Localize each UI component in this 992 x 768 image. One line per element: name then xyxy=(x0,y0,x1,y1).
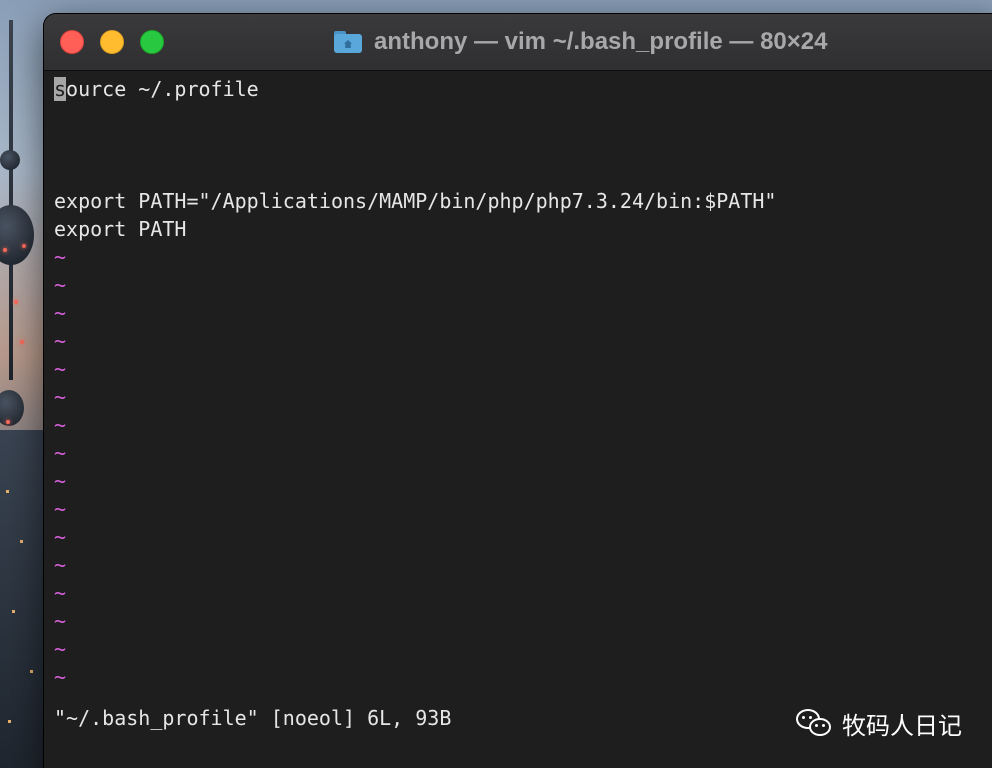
empty-line-marker: ~ xyxy=(54,525,67,549)
terminal-window[interactable]: anthony — vim ~/.bash_profile — 80×24 so… xyxy=(44,14,992,768)
buffer-line-2[interactable] xyxy=(54,103,992,131)
empty-line-marker: ~ xyxy=(54,413,67,437)
title-bar[interactable]: anthony — vim ~/.bash_profile — 80×24 xyxy=(44,14,992,71)
tower-sphere-large xyxy=(0,205,34,265)
city-window-light xyxy=(12,610,15,613)
buffer-line-text: ource ~/.profile xyxy=(66,77,259,101)
tower-light xyxy=(3,248,7,252)
text-cursor: s xyxy=(54,77,67,101)
tower-light xyxy=(20,340,24,344)
buffer-line-3[interactable] xyxy=(54,131,992,159)
city-window-light xyxy=(20,540,23,543)
buffer-line-4[interactable] xyxy=(54,159,992,187)
window-title: anthony — vim ~/.bash_profile — 80×24 xyxy=(334,26,827,58)
window-title-text: anthony — vim ~/.bash_profile — 80×24 xyxy=(374,28,828,55)
tower-light xyxy=(14,300,18,304)
buffer-line-1[interactable]: source ~/.profile xyxy=(54,75,992,103)
minimize-button[interactable] xyxy=(100,30,124,54)
empty-line-marker: ~ xyxy=(54,357,67,381)
watermark-text: 牧码人日记 xyxy=(842,712,962,740)
tower-light xyxy=(6,420,10,424)
empty-line-marker: ~ xyxy=(54,301,67,325)
empty-line-marker: ~ xyxy=(54,609,67,633)
zoom-button[interactable] xyxy=(140,30,164,54)
empty-line-marker: ~ xyxy=(54,497,67,521)
empty-line-marker: ~ xyxy=(54,245,67,269)
buffer-line-6[interactable]: export PATH xyxy=(54,215,992,243)
tower-mast xyxy=(9,20,13,380)
tower-sphere-top xyxy=(0,150,20,170)
empty-line-marker: ~ xyxy=(54,441,67,465)
wechat-icon xyxy=(796,708,834,739)
empty-line-marker: ~ xyxy=(54,553,67,577)
watermark: 牧码人日记 xyxy=(796,706,962,741)
empty-line-marker: ~ xyxy=(54,581,67,605)
home-folder-icon xyxy=(334,31,362,53)
buffer-line-5[interactable]: export PATH="/Applications/MAMP/bin/php/… xyxy=(54,187,992,215)
empty-line-marker: ~ xyxy=(54,329,67,353)
tower-sphere-low xyxy=(0,390,24,426)
vim-buffer[interactable]: source ~/.profile export PATH="/Applicat… xyxy=(54,75,992,691)
empty-line-marker: ~ xyxy=(54,385,67,409)
tower-light xyxy=(22,244,26,248)
city-window-light xyxy=(8,720,11,723)
empty-line-marker: ~ xyxy=(54,273,67,297)
city-window-light xyxy=(6,490,9,493)
empty-line-marker: ~ xyxy=(54,469,67,493)
empty-line-marker: ~ xyxy=(54,637,67,661)
city-window-light xyxy=(30,670,33,673)
vim-status-line: "~/.bash_profile" [noeol] 6L, 93B xyxy=(54,706,452,730)
close-button[interactable] xyxy=(60,30,84,54)
empty-line-marker: ~ xyxy=(54,665,67,689)
empty-line-markers: ~ ~ ~ ~ ~ ~ ~ ~ ~ ~ ~ ~ ~ ~ ~ ~ xyxy=(54,243,992,691)
